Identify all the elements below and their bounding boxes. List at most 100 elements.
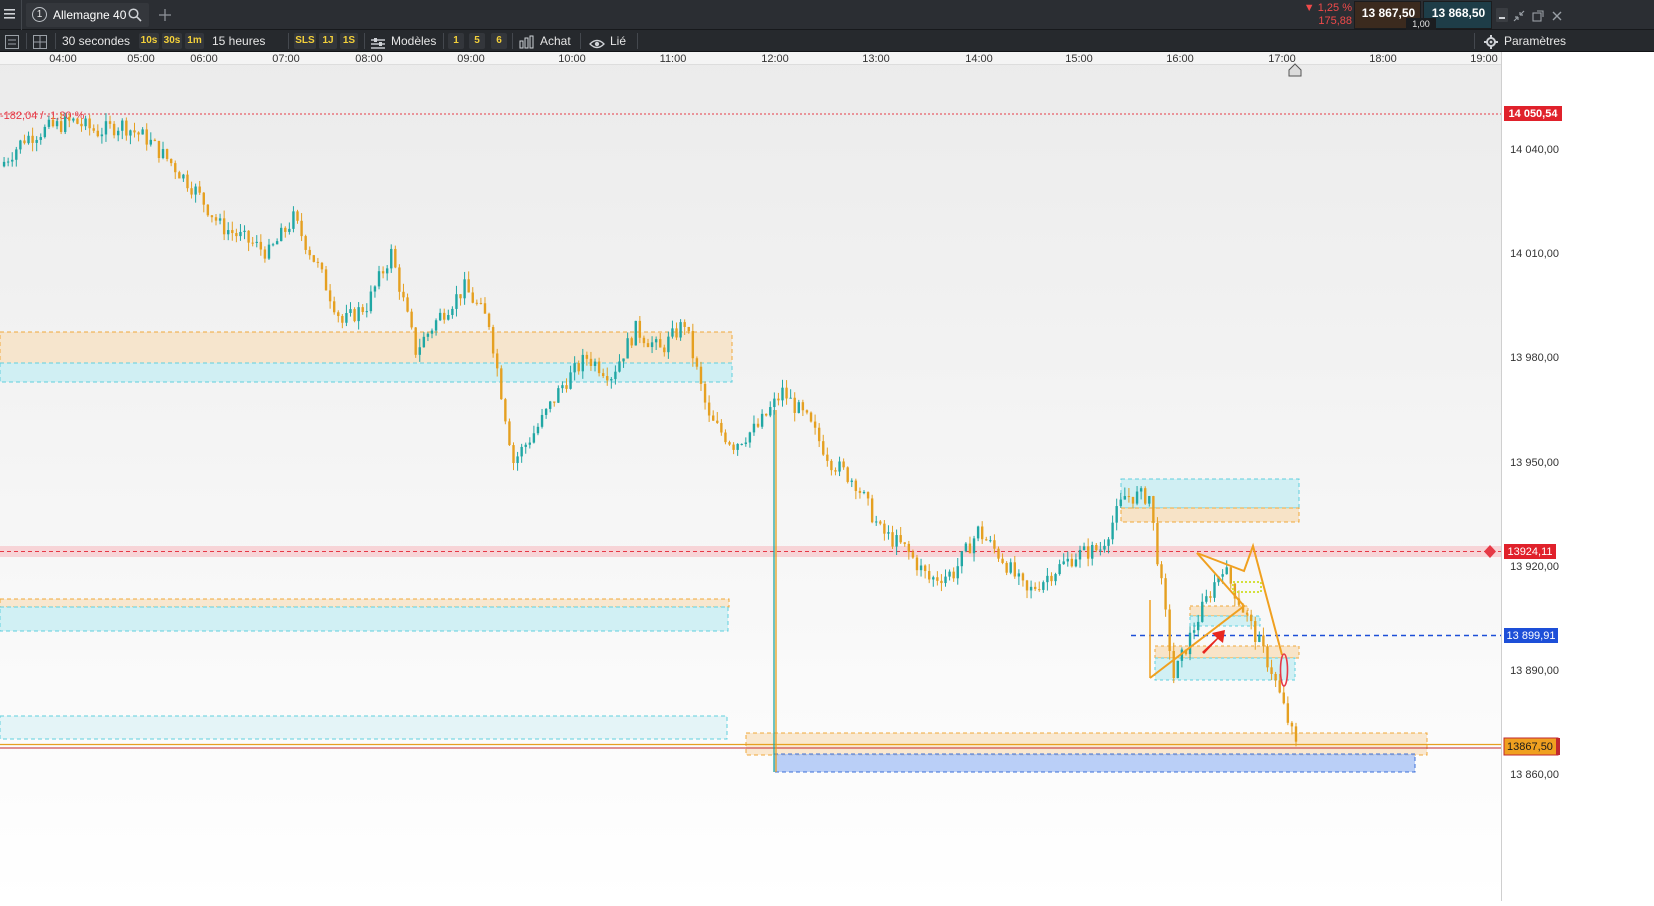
candle-body bbox=[752, 423, 756, 433]
zone-orange-left-mid[interactable] bbox=[0, 598, 730, 608]
interval-selector[interactable]: 30 secondes bbox=[62, 30, 130, 52]
zone-blue-bottom[interactable] bbox=[773, 753, 1416, 773]
last-price-tag-text: 13867,50 bbox=[1507, 741, 1553, 753]
candle-body bbox=[1213, 582, 1216, 598]
candle-body bbox=[618, 361, 621, 372]
close-icon[interactable] bbox=[1551, 9, 1563, 21]
link-icon[interactable] bbox=[589, 35, 605, 49]
template-slot-5[interactable]: 5 bbox=[469, 33, 485, 49]
zone-orange-small-2[interactable] bbox=[1154, 645, 1300, 659]
candle-body bbox=[650, 342, 654, 348]
candle-body bbox=[879, 521, 882, 524]
price-chart[interactable]: 04:00 05:00 06:00 07:00 08:00 09:00 10:0… bbox=[0, 52, 1654, 901]
candle-body bbox=[777, 398, 780, 401]
linked-button[interactable]: Lié bbox=[610, 30, 626, 52]
template-slot-6[interactable]: 6 bbox=[491, 33, 507, 49]
candle-body bbox=[1188, 632, 1192, 655]
candle-body bbox=[141, 129, 144, 135]
quick-interval-30s[interactable]: 30s bbox=[162, 33, 182, 49]
candle-body bbox=[369, 291, 373, 312]
quick-period-1j[interactable]: 1J bbox=[319, 33, 337, 49]
buy-icon[interactable] bbox=[519, 34, 535, 49]
high-tag-text: 14 050,54 bbox=[1509, 108, 1559, 120]
candle-body bbox=[793, 397, 796, 413]
candle-body bbox=[116, 130, 120, 136]
candle-body bbox=[1082, 546, 1086, 550]
candle-body bbox=[826, 454, 829, 461]
templates-icon[interactable] bbox=[371, 35, 385, 49]
candle-body bbox=[1119, 499, 1122, 507]
search-icon[interactable] bbox=[128, 8, 142, 22]
zone-cyan-left-mid[interactable] bbox=[0, 606, 729, 632]
time-label: 04:00 bbox=[49, 53, 77, 65]
layout-grid-icon[interactable] bbox=[33, 34, 47, 49]
candle-body bbox=[895, 535, 898, 547]
menu-icon[interactable] bbox=[4, 7, 16, 21]
alert-tag-text: 13924,11 bbox=[1507, 546, 1552, 558]
candle-body bbox=[80, 123, 83, 127]
buy-button[interactable]: Achat bbox=[540, 30, 571, 52]
gear-icon[interactable] bbox=[1484, 34, 1498, 49]
zone-cyan-left-low[interactable] bbox=[0, 715, 728, 740]
list-view-icon[interactable] bbox=[5, 34, 19, 49]
zone-orange-left-top[interactable] bbox=[0, 331, 733, 364]
candle-body bbox=[345, 313, 348, 323]
candle-body bbox=[687, 326, 690, 332]
zone-cyan-right-top[interactable] bbox=[1120, 478, 1300, 509]
candle-body bbox=[785, 387, 788, 399]
candle-body bbox=[84, 118, 87, 127]
settings-button[interactable]: Paramètres bbox=[1504, 30, 1566, 52]
zone-orange-small-1[interactable] bbox=[1189, 605, 1249, 617]
candle-body bbox=[1017, 573, 1021, 577]
candle-body bbox=[11, 159, 14, 162]
minimize-icon[interactable] bbox=[1496, 8, 1508, 22]
candle-body bbox=[1274, 673, 1277, 681]
candle-body bbox=[585, 354, 589, 359]
quick-period-1s[interactable]: 1S bbox=[340, 33, 358, 49]
candle-body bbox=[202, 192, 205, 205]
time-label: 07:00 bbox=[272, 53, 300, 65]
candle-body bbox=[993, 540, 996, 549]
candle-body bbox=[55, 121, 59, 127]
candle-body bbox=[263, 249, 267, 259]
templates-button[interactable]: Modèles bbox=[391, 30, 436, 52]
candle-body bbox=[707, 402, 711, 416]
candle-body bbox=[948, 571, 951, 577]
candle-body bbox=[997, 548, 1000, 559]
period-selector[interactable]: 15 heures bbox=[212, 30, 265, 52]
candle-body bbox=[31, 135, 34, 143]
time-label: 13:00 bbox=[862, 53, 890, 65]
candle-body bbox=[960, 551, 964, 567]
candle-body bbox=[169, 158, 173, 164]
chart-canvas[interactable]: 04:00 05:00 06:00 07:00 08:00 09:00 10:0… bbox=[0, 52, 1654, 901]
collapse-arrows-icon[interactable] bbox=[1513, 9, 1525, 22]
candle-body bbox=[980, 526, 984, 540]
instrument-tab[interactable]: 1 Allemagne 40 bbox=[26, 3, 149, 27]
candle-body bbox=[976, 526, 980, 539]
candle-body bbox=[769, 407, 772, 416]
candle-body bbox=[231, 230, 234, 234]
candle-body bbox=[1070, 558, 1074, 567]
candle-body bbox=[178, 172, 181, 179]
zone-cyan-left-top[interactable] bbox=[0, 362, 733, 383]
add-tab-icon[interactable] bbox=[159, 8, 171, 21]
candle-body bbox=[544, 408, 548, 415]
candle-body bbox=[985, 539, 988, 541]
popout-icon[interactable] bbox=[1532, 9, 1544, 22]
quick-period-sls[interactable]: SLS bbox=[294, 33, 316, 49]
quick-interval-10s[interactable]: 10s bbox=[139, 33, 159, 49]
candle-body bbox=[133, 130, 136, 133]
zone-cyan-small-2[interactable] bbox=[1154, 657, 1296, 681]
quick-interval-1m[interactable]: 1m bbox=[185, 33, 204, 49]
candle-body bbox=[267, 244, 271, 259]
zone-orange-right-top[interactable] bbox=[1120, 507, 1300, 523]
candle-body bbox=[292, 211, 295, 229]
candle-body bbox=[887, 532, 890, 534]
candle-body bbox=[838, 461, 841, 472]
candle-body bbox=[182, 174, 185, 179]
candle-body bbox=[972, 538, 976, 554]
template-slot-1[interactable]: 1 bbox=[448, 33, 464, 49]
candle-body bbox=[1290, 722, 1294, 727]
candle-body bbox=[1091, 545, 1094, 559]
candle-body bbox=[443, 312, 446, 320]
